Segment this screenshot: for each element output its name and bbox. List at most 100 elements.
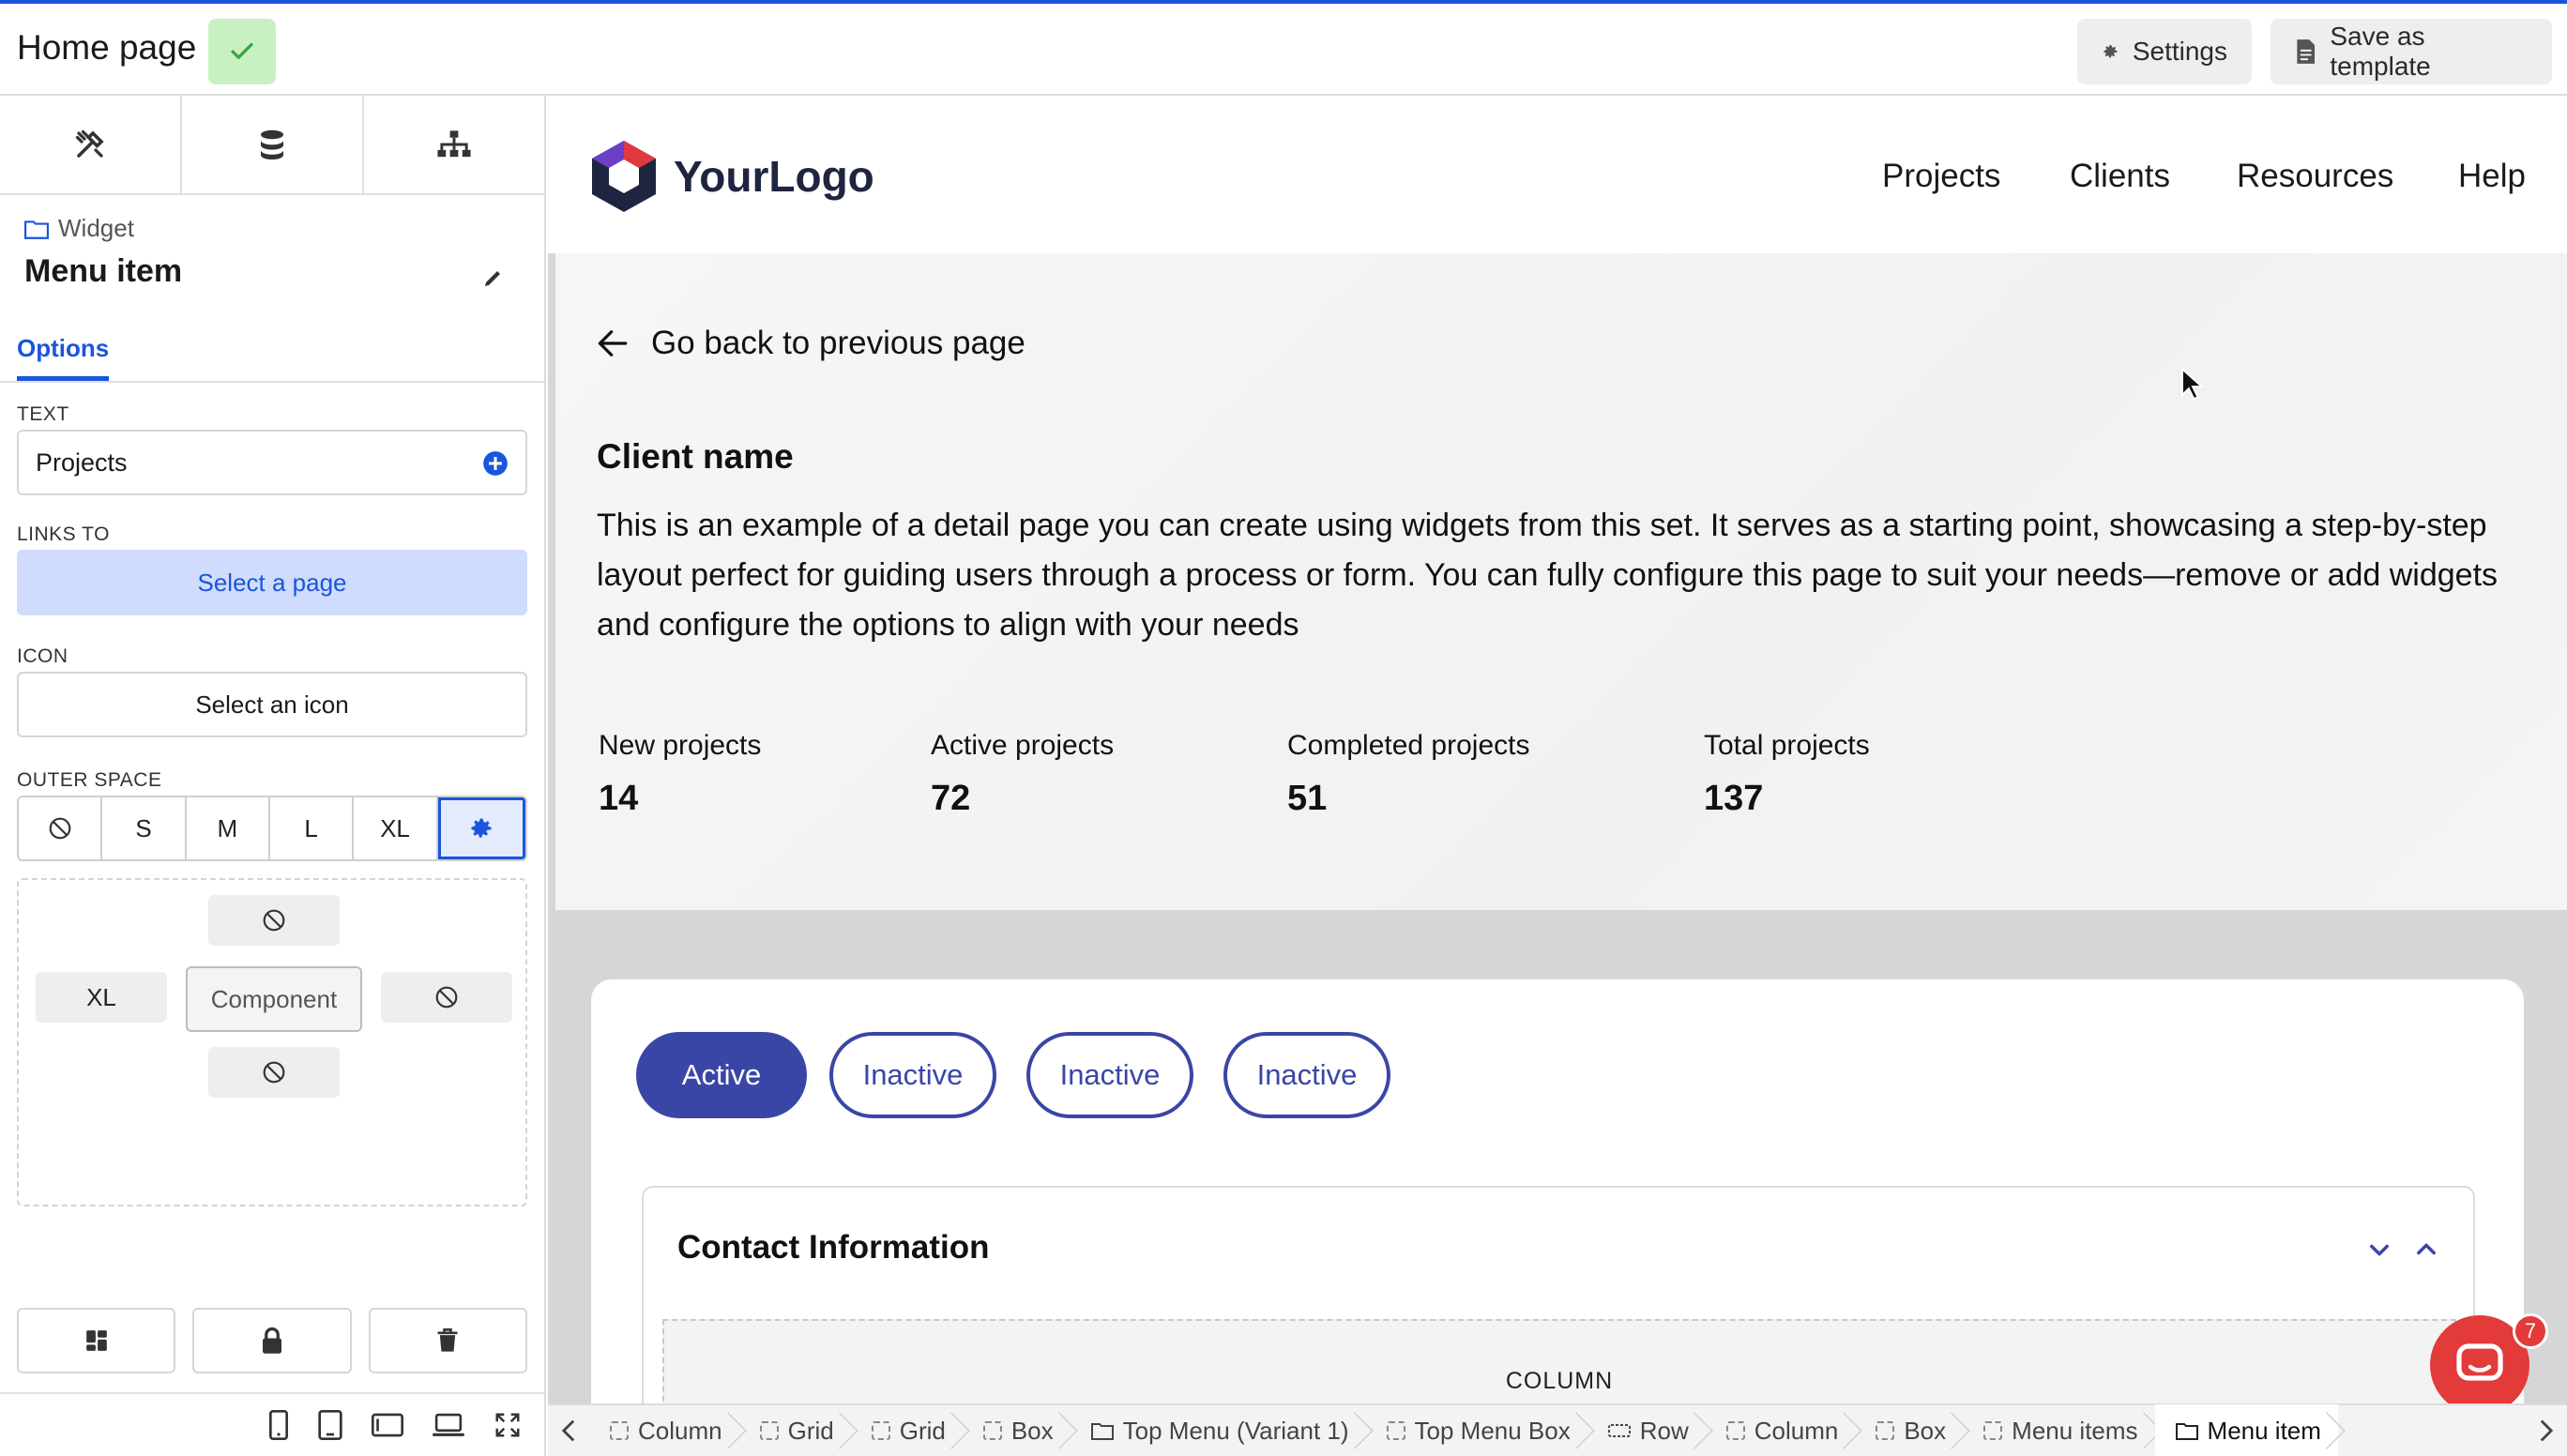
page-canvas[interactable]: YourLogo Projects Clients Resources Help… <box>548 96 2567 1403</box>
client-description: This is an example of a detail page you … <box>597 508 2499 643</box>
panel-tool-tabs <box>0 96 544 195</box>
breadcrumb-item[interactable]: Box <box>1855 1404 1963 1456</box>
breadcrumb-item[interactable]: Grid <box>739 1404 851 1456</box>
stat-label: Total projects <box>1704 730 1870 761</box>
tablet-icon[interactable] <box>317 1410 343 1440</box>
status-chip-inactive[interactable]: Inactive <box>1223 1032 1390 1118</box>
breadcrumb-item-current[interactable]: Menu item <box>2154 1404 2338 1456</box>
margin-bottom-control[interactable] <box>208 1047 340 1098</box>
layout-icon <box>85 1330 107 1351</box>
outer-space-s[interactable]: S <box>102 797 187 859</box>
status-chip-active[interactable]: Active <box>636 1032 807 1118</box>
outer-space-l[interactable]: L <box>270 797 355 859</box>
select-icon-button[interactable]: Select an icon <box>17 672 527 737</box>
nav-help[interactable]: Help <box>2458 158 2526 195</box>
outer-space-xl[interactable]: XL <box>354 797 438 859</box>
widget-type-text: Widget <box>58 214 134 242</box>
links-to-label: LINKS TO <box>17 523 110 545</box>
breadcrumb-scroll-right[interactable] <box>2526 1404 2567 1456</box>
add-variable-icon[interactable] <box>482 450 509 477</box>
stat-completed-projects: Completed projects 51 <box>1287 730 1529 819</box>
margin-left-control[interactable]: XL <box>36 972 167 1023</box>
contact-panel-controls <box>2366 1236 2439 1263</box>
stat-value: 72 <box>931 779 971 818</box>
chat-icon <box>2456 1343 2503 1381</box>
breadcrumb-label: Column <box>1754 1416 1839 1445</box>
breadcrumb-label: Menu item <box>2207 1416 2321 1445</box>
tablet-landscape-icon[interactable] <box>372 1412 403 1438</box>
site-header[interactable]: YourLogo Projects Clients Resources Help <box>548 96 2567 253</box>
status-chip-inactive[interactable]: Inactive <box>829 1032 996 1118</box>
outer-space-selector: S M L XL <box>17 796 527 861</box>
site-logo[interactable]: YourLogo <box>589 139 874 214</box>
breadcrumb-item[interactable]: Grid <box>851 1404 963 1456</box>
tab-design[interactable] <box>0 96 182 193</box>
tab-divider <box>0 381 544 383</box>
breadcrumb-item[interactable]: Box <box>963 1404 1071 1456</box>
breadcrumb-item[interactable]: Top Menu Box <box>1366 1404 1587 1456</box>
box-outline-icon <box>1725 1421 1745 1440</box>
widget-title: Menu item <box>24 253 183 289</box>
save-as-template-button[interactable]: Save as template <box>2271 19 2552 84</box>
widget-layout-button[interactable] <box>17 1308 176 1373</box>
breadcrumb-label: Top Menu Box <box>1414 1416 1571 1445</box>
box-outline-icon <box>1876 1421 1895 1440</box>
outer-space-m[interactable]: M <box>187 797 270 859</box>
breadcrumb-item[interactable]: Top Menu (Variant 1) <box>1071 1404 1366 1456</box>
select-page-button[interactable]: Select a page <box>17 550 527 615</box>
rename-widget-button[interactable] <box>482 266 505 294</box>
tab-options[interactable]: Options <box>17 334 110 381</box>
settings-button[interactable]: Settings <box>2077 19 2252 84</box>
menu-text-input[interactable]: Projects <box>17 430 527 495</box>
back-link[interactable]: Go back to previous page <box>597 325 1025 362</box>
column-placeholder[interactable]: COLUMN <box>662 1319 2456 1403</box>
tab-data[interactable] <box>182 96 364 193</box>
gear-icon <box>2104 44 2118 58</box>
breadcrumb-label: Grid <box>787 1416 834 1445</box>
breadcrumb-label: Box <box>1010 1416 1054 1445</box>
contact-information-title: Contact Information <box>677 1229 990 1266</box>
breadcrumb-scroll-left[interactable] <box>548 1404 589 1456</box>
lock-widget-button[interactable] <box>192 1308 352 1373</box>
sitemap-icon <box>437 130 471 158</box>
margin-top-control[interactable] <box>208 895 340 946</box>
spacing-box-model: XL Component <box>17 878 527 1206</box>
outer-space-custom[interactable] <box>437 797 525 859</box>
page-status-check-button[interactable] <box>208 19 276 84</box>
ban-icon <box>263 909 285 932</box>
stat-value: 51 <box>1287 779 1328 818</box>
outer-space-none[interactable] <box>19 797 103 859</box>
nav-projects[interactable]: Projects <box>1882 158 2000 195</box>
chevron-right-icon <box>2540 1419 2554 1442</box>
component-box: Component <box>186 966 362 1032</box>
breadcrumb-label: Top Menu (Variant 1) <box>1122 1416 1349 1445</box>
fullscreen-icon[interactable] <box>494 1411 522 1439</box>
breadcrumb-label: Box <box>1904 1416 1947 1445</box>
laptop-icon[interactable] <box>432 1413 465 1437</box>
delete-widget-button[interactable] <box>368 1308 527 1373</box>
status-chip-inactive[interactable]: Inactive <box>1026 1032 1193 1118</box>
margin-right-control[interactable] <box>381 972 512 1023</box>
breadcrumb-item[interactable]: Column <box>1706 1404 1856 1456</box>
nav-resources[interactable]: Resources <box>2237 158 2393 195</box>
ban-icon <box>263 1061 285 1084</box>
gear-icon <box>471 818 492 838</box>
tab-structure[interactable] <box>364 96 544 193</box>
nav-clients[interactable]: Clients <box>2070 158 2170 195</box>
chevron-down-icon[interactable] <box>2366 1236 2392 1263</box>
breadcrumb-item[interactable]: Row <box>1587 1404 1706 1456</box>
icon-field-label: ICON <box>17 645 68 667</box>
box-outline-icon <box>871 1421 890 1440</box>
breadcrumb-item[interactable]: Menu items <box>1963 1404 2154 1456</box>
document-icon <box>2297 39 2316 64</box>
box-outline-icon <box>759 1421 779 1440</box>
stat-total-projects: Total projects 137 <box>1704 730 1870 819</box>
breadcrumb-item[interactable]: Column <box>589 1404 739 1456</box>
client-hero-section: Go back to previous page Client name Thi… <box>555 253 2567 910</box>
mobile-icon[interactable] <box>268 1410 289 1440</box>
chevron-up-icon[interactable] <box>2413 1236 2439 1263</box>
ban-icon <box>435 986 458 1009</box>
properties-panel: Widget Menu item Options TEXT Projects L… <box>0 96 546 1456</box>
mouse-cursor-icon <box>2180 368 2205 401</box>
stat-active-projects: Active projects 72 <box>931 730 1114 819</box>
